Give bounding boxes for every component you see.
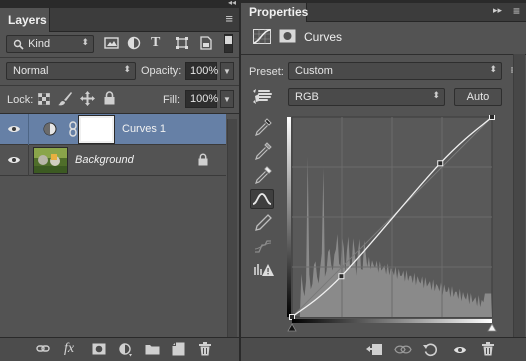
sample-shadows-eyedropper-icon[interactable] — [253, 117, 275, 137]
filter-kind-label: Kind — [28, 38, 51, 51]
curve-control-point[interactable] — [338, 273, 345, 280]
properties-tab-bar: Properties ▸▸ ≡ — [241, 3, 526, 22]
lock-icon — [198, 153, 208, 166]
chevron-updown-icon: ⬍ — [489, 64, 497, 74]
mask-properties-icon[interactable] — [279, 29, 296, 43]
preset-value: Custom — [295, 65, 333, 77]
properties-panel: Properties ▸▸ ≡ Curves Preset: Custom ⬍ … — [241, 0, 526, 361]
image-filter-icon[interactable] — [104, 36, 120, 50]
adjustment-layer-icon — [43, 122, 57, 136]
layers-scrollbar[interactable] — [227, 119, 237, 337]
panel-menu-icon[interactable]: ≡ — [513, 4, 520, 18]
opacity-label: Opacity: — [141, 65, 182, 77]
curves-graph[interactable] — [287, 115, 499, 335]
fx-icon[interactable]: fx — [64, 341, 74, 357]
chevron-updown-icon: ⬍ — [123, 64, 131, 74]
link-chain-icon[interactable] — [68, 121, 78, 137]
fill-label: Fill: — [163, 94, 181, 106]
clip-icon[interactable] — [366, 343, 382, 356]
expand-icon[interactable]: ▸▸ — [493, 5, 502, 16]
lock-all-icon[interactable] — [104, 91, 115, 105]
lock-label: Lock: — [7, 94, 34, 106]
shape-filter-icon[interactable] — [175, 36, 189, 50]
opacity-field[interactable]: 100% — [185, 62, 218, 80]
trash-icon[interactable] — [482, 342, 494, 356]
smart-object-filter-icon[interactable] — [199, 36, 213, 50]
divider — [0, 57, 239, 58]
draw-pencil-icon[interactable] — [253, 213, 275, 233]
properties-footer — [241, 337, 526, 361]
panel-title: Curves — [304, 30, 343, 44]
eye-icon[interactable] — [7, 155, 21, 165]
blend-mode-dropdown[interactable]: Normal ⬍ — [6, 62, 136, 80]
search-icon — [13, 39, 25, 50]
properties-scrollbar[interactable] — [513, 54, 525, 337]
white-point-slider[interactable] — [487, 323, 497, 332]
clipping-warning-icon[interactable] — [253, 261, 275, 281]
adjustment-filter-icon[interactable] — [127, 36, 141, 50]
divider — [241, 54, 526, 55]
fill-field[interactable]: 100% — [185, 90, 218, 108]
folder-icon[interactable] — [145, 343, 160, 355]
layer-row-background[interactable]: Background — [0, 145, 226, 176]
trash-icon[interactable] — [199, 342, 211, 356]
type-filter-icon[interactable]: T — [151, 35, 160, 51]
targeted-adjustment-hand-icon[interactable] — [253, 88, 273, 106]
layer-row-curves[interactable]: Curves 1 — [0, 114, 226, 145]
sample-highlights-eyedropper-icon[interactable] — [253, 165, 275, 185]
layer-name[interactable]: Curves 1 — [122, 123, 166, 135]
layer-name[interactable]: Background — [75, 154, 134, 166]
panel-top-strip: ◂◂ — [0, 0, 239, 8]
preset-dropdown[interactable]: Custom ⬍ — [288, 62, 502, 80]
filter-toggle-switch[interactable] — [224, 34, 233, 53]
tab-properties[interactable]: Properties — [241, 3, 308, 22]
divider — [0, 85, 239, 86]
lock-position-move-icon[interactable] — [80, 91, 95, 106]
opacity-slider-button[interactable]: ▼ — [220, 62, 234, 80]
chevron-updown-icon: ⬍ — [81, 37, 89, 47]
curves-adjustment-icon — [253, 29, 271, 44]
layers-tab-bar: Layers ≡ — [0, 8, 239, 32]
blend-mode-label: Normal — [13, 65, 49, 77]
input-gradient-bar — [292, 319, 492, 323]
auto-button[interactable]: Auto — [454, 88, 502, 106]
layers-panel: ◂◂ Layers ≡ Kind ⬍ T Normal ⬍ Opacity: 1… — [0, 0, 239, 361]
smooth-curve-icon[interactable] — [253, 237, 275, 257]
edit-points-curve-tool-icon[interactable] — [250, 189, 274, 209]
reset-icon[interactable] — [423, 342, 438, 357]
fill-slider-button[interactable]: ▼ — [220, 90, 234, 108]
lock-transparency-icon[interactable] — [38, 93, 50, 105]
link-icon[interactable] — [36, 344, 50, 354]
divider — [28, 145, 29, 176]
divider — [28, 114, 29, 145]
mask-icon[interactable] — [92, 343, 106, 355]
sample-midtones-eyedropper-icon[interactable] — [253, 141, 275, 161]
layers-footer: fx — [0, 337, 239, 361]
curve-control-point[interactable] — [489, 115, 495, 120]
view-previous-icon[interactable] — [394, 343, 412, 356]
panel-menu-icon[interactable]: ≡ — [225, 11, 233, 26]
channel-dropdown[interactable]: RGB ⬍ — [288, 88, 445, 106]
output-gradient-bar — [287, 117, 291, 317]
black-point-slider[interactable] — [287, 323, 297, 332]
curve-control-point[interactable] — [437, 160, 444, 167]
chevron-updown-icon: ⬍ — [432, 90, 440, 100]
eye-icon[interactable] — [7, 124, 21, 134]
filter-kind-dropdown[interactable]: Kind ⬍ — [6, 35, 94, 53]
layer-mask-thumbnail[interactable] — [78, 115, 115, 144]
adjustment-icon[interactable] — [119, 343, 133, 357]
lock-pixels-brush-icon[interactable] — [57, 91, 73, 107]
layer-image-thumbnail[interactable] — [33, 147, 68, 174]
new-layer-icon[interactable] — [172, 342, 185, 356]
tab-layers[interactable]: Layers — [0, 8, 50, 32]
channel-value: RGB — [295, 91, 319, 103]
preset-label: Preset: — [249, 66, 284, 78]
visibility-icon[interactable] — [453, 345, 467, 355]
curve-control-point[interactable] — [289, 314, 295, 320]
collapse-panels-icon[interactable]: ◂◂ — [228, 0, 236, 7]
